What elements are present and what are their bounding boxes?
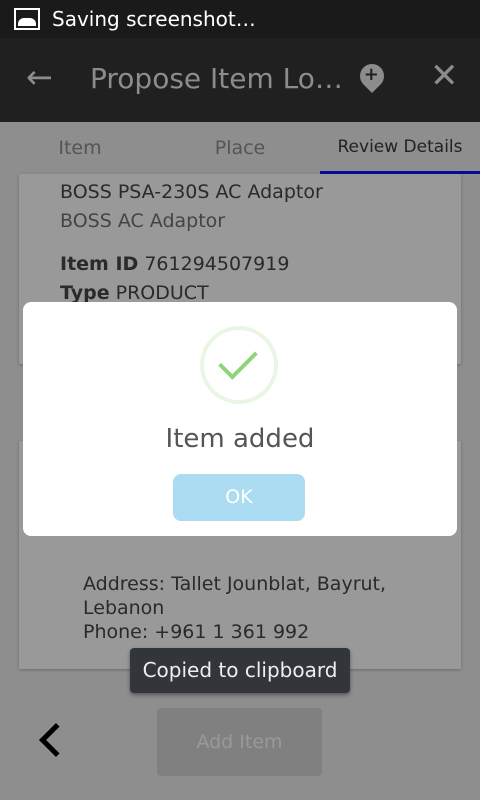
action-bar: ← Propose Item Lo… ✕ [0, 38, 480, 122]
ok-button[interactable]: OK [173, 474, 305, 521]
status-bar: Saving screenshot… [0, 0, 480, 38]
item-type-label: Type [60, 282, 110, 304]
toast: Copied to clipboard [130, 648, 350, 693]
arrow-left-icon[interactable]: ← [26, 58, 53, 96]
page-title: Propose Item Lo… [90, 62, 343, 95]
tab-item[interactable]: Item [0, 122, 160, 174]
tab-place[interactable]: Place [160, 122, 320, 174]
item-id-label: Item ID [60, 253, 139, 275]
dialog-title: Item added [165, 424, 315, 454]
success-dialog: Item added OK [23, 302, 457, 536]
status-text: Saving screenshot… [52, 7, 256, 31]
success-check-icon [200, 326, 278, 404]
place-address: Address: Tallet Jounblat, Bayrut, Lebano… [83, 573, 387, 619]
item-type-value: PRODUCT [115, 282, 209, 304]
image-icon [14, 8, 40, 30]
item-name: BOSS PSA-230S AC Adaptor [60, 181, 323, 203]
tab-review-details[interactable]: Review Details [320, 122, 480, 174]
item-subtitle: BOSS AC Adaptor [60, 210, 226, 232]
chevron-left-icon[interactable] [39, 723, 73, 757]
add-item-button[interactable]: Add Item [157, 708, 322, 776]
tab-bar: Item Place Review Details [0, 122, 480, 174]
add-location-icon[interactable] [355, 59, 389, 93]
place-phone: Phone: +961 1 361 992 [83, 621, 310, 643]
close-icon[interactable]: ✕ [430, 56, 459, 96]
item-id-value: 761294507919 [144, 253, 290, 275]
